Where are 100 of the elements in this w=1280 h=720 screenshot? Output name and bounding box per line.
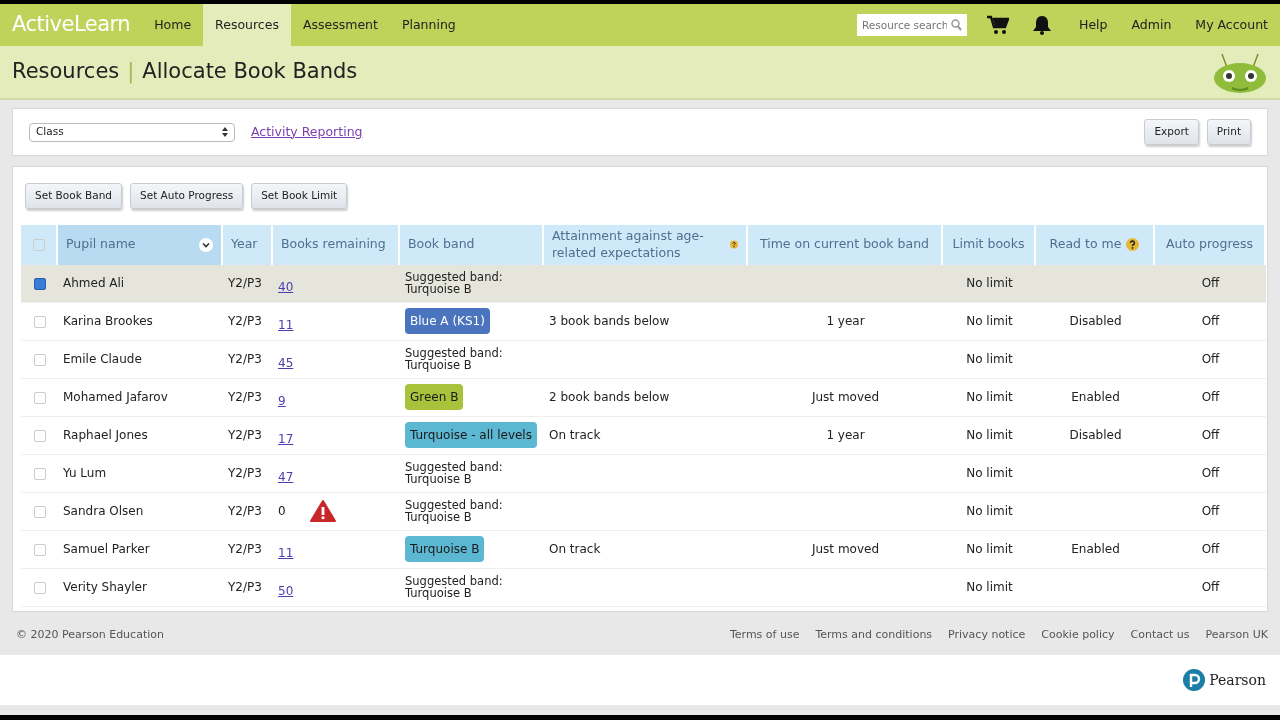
footer-link[interactable]: Privacy notice bbox=[948, 626, 1026, 644]
books-remaining-link[interactable]: 47 bbox=[278, 468, 294, 487]
select-all-checkbox[interactable] bbox=[32, 238, 45, 251]
column-header: Limit books bbox=[952, 236, 1025, 254]
books-remaining-link[interactable]: 11 bbox=[278, 316, 294, 335]
limit-books-text: No limit bbox=[966, 352, 1013, 367]
limit-books-text: No limit bbox=[966, 276, 1013, 291]
copyright-text: © 2020 Pearson Education bbox=[16, 626, 164, 643]
column-header: Read to me bbox=[1049, 236, 1122, 254]
row-checkbox[interactable] bbox=[33, 277, 46, 290]
nav-tab[interactable]: Planning bbox=[389, 4, 468, 46]
breadcrumb-link[interactable]: Resources bbox=[12, 59, 120, 85]
read-to-me-text: Disabled bbox=[1069, 314, 1122, 329]
year-text: Y2/P3 bbox=[228, 390, 262, 405]
year-text: Y2/P3 bbox=[228, 580, 262, 595]
suggested-band-text: Suggested band: Turquoise B bbox=[405, 271, 504, 296]
search-icon[interactable] bbox=[951, 19, 962, 31]
footer-link[interactable]: Contact us bbox=[1130, 626, 1190, 644]
auto-progress-text: Off bbox=[1201, 428, 1220, 443]
year-text: Y2/P3 bbox=[228, 276, 262, 291]
attainment-text: 2 book bands below bbox=[549, 390, 670, 405]
account-link[interactable]: Help bbox=[1067, 4, 1120, 46]
activity-reporting-link[interactable]: Activity Reporting bbox=[251, 122, 363, 142]
books-remaining-link[interactable]: 9 bbox=[278, 392, 286, 411]
bell-icon[interactable] bbox=[1033, 15, 1051, 35]
column-header: Book band bbox=[408, 236, 475, 254]
limit-books-text: No limit bbox=[966, 580, 1013, 595]
auto-progress-text: Off bbox=[1201, 504, 1220, 519]
time-on-band-text: 1 year bbox=[826, 428, 865, 443]
limit-books-text: No limit bbox=[966, 542, 1013, 557]
read-to-me-text: Enabled bbox=[1071, 390, 1120, 405]
read-to-me-text: Disabled bbox=[1069, 428, 1122, 443]
column-header: Auto progress bbox=[1166, 236, 1253, 254]
account-link[interactable]: Admin bbox=[1119, 4, 1184, 46]
pupil-name: Emile Claude bbox=[63, 352, 142, 367]
pupil-name: Sandra Olsen bbox=[63, 504, 144, 519]
read-to-me-text: Enabled bbox=[1071, 542, 1120, 557]
pupil-name: Mohamed Jafarov bbox=[63, 390, 168, 405]
column-header: Year bbox=[231, 236, 258, 254]
book-band-badge: Blue A (KS1) bbox=[405, 308, 490, 335]
time-on-band-text: 1 year bbox=[826, 314, 865, 329]
auto-progress-text: Off bbox=[1201, 352, 1220, 367]
book-band-badge: Green B bbox=[405, 384, 464, 411]
books-remaining-link[interactable]: 17 bbox=[278, 430, 294, 449]
cart-icon[interactable] bbox=[987, 15, 1009, 35]
year-text: Y2/P3 bbox=[228, 352, 262, 367]
bulk-action-button[interactable]: Set Book Limit bbox=[251, 183, 348, 209]
nav-tab[interactable]: Resources bbox=[203, 4, 291, 46]
breadcrumb-separator: | bbox=[127, 59, 135, 85]
bulk-action-button[interactable]: Set Book Band bbox=[25, 183, 122, 209]
limit-books-text: No limit bbox=[966, 428, 1013, 443]
pupil-name: Samuel Parker bbox=[63, 542, 150, 557]
bulk-action-button[interactable]: Set Auto Progress bbox=[130, 183, 244, 209]
attainment-text: On track bbox=[549, 542, 601, 557]
footer-link[interactable]: Cookie policy bbox=[1041, 626, 1115, 644]
help-icon[interactable] bbox=[1126, 238, 1140, 252]
year-text: Y2/P3 bbox=[228, 314, 262, 329]
books-remaining-link[interactable]: 45 bbox=[278, 354, 294, 373]
time-on-band-text: Just moved bbox=[811, 542, 880, 557]
book-band-badge: Turquoise B bbox=[405, 536, 485, 563]
attainment-text: 3 book bands below bbox=[549, 314, 670, 329]
column-header: Time on current book band bbox=[759, 236, 930, 254]
book-band-badge: Turquoise - all levels bbox=[405, 422, 537, 449]
nav-tab[interactable]: Assessment bbox=[290, 4, 390, 46]
pupil-name: Ahmed Ali bbox=[63, 276, 125, 291]
footer-link[interactable]: Pearson UK bbox=[1205, 626, 1268, 644]
books-remaining-link[interactable]: 11 bbox=[278, 544, 294, 563]
pearson-logo-icon bbox=[1183, 669, 1206, 691]
pearson-logo-text[interactable]: Pearson bbox=[1209, 669, 1266, 691]
books-remaining-text: 0 bbox=[278, 503, 286, 521]
action-button[interactable]: Export bbox=[1144, 119, 1199, 145]
pupil-name: Raphael Jones bbox=[63, 428, 148, 443]
nav-tab[interactable]: Home bbox=[142, 4, 204, 46]
attainment-text: On track bbox=[549, 428, 601, 443]
suggested-band-text: Suggested band: Turquoise B bbox=[405, 347, 504, 372]
year-text: Y2/P3 bbox=[228, 428, 262, 443]
account-link[interactable]: My Account bbox=[1183, 4, 1280, 46]
select-arrows-icon bbox=[222, 127, 228, 137]
books-remaining-link[interactable]: 40 bbox=[278, 278, 294, 297]
auto-progress-text: Off bbox=[1201, 466, 1220, 481]
suggested-band-text: Suggested band: Turquoise B bbox=[405, 575, 504, 600]
sort-caret-icon[interactable] bbox=[199, 237, 213, 252]
year-text: Y2/P3 bbox=[228, 542, 262, 557]
pupil-name: Karina Brookes bbox=[63, 314, 153, 329]
auto-progress-text: Off bbox=[1201, 314, 1220, 329]
limit-books-text: No limit bbox=[966, 314, 1013, 329]
books-remaining-link[interactable]: 50 bbox=[278, 582, 294, 601]
footer-link[interactable]: Terms of use bbox=[729, 626, 800, 644]
pupil-name: Verity Shayler bbox=[63, 580, 147, 595]
column-header: Attainment against age-related expectations bbox=[552, 227, 705, 262]
year-text: Y2/P3 bbox=[228, 466, 262, 481]
action-button[interactable]: Print bbox=[1206, 119, 1251, 145]
class-select[interactable]: Class bbox=[29, 122, 235, 142]
pupil-name: Yu Lum bbox=[63, 466, 107, 481]
column-header[interactable]: Pupil name bbox=[66, 236, 136, 254]
year-text: Y2/P3 bbox=[228, 504, 262, 519]
footer-link[interactable]: Terms and conditions bbox=[815, 626, 933, 644]
auto-progress-text: Off bbox=[1201, 390, 1220, 405]
auto-progress-text: Off bbox=[1201, 580, 1220, 595]
search-field[interactable]: Resource search bbox=[857, 14, 967, 36]
